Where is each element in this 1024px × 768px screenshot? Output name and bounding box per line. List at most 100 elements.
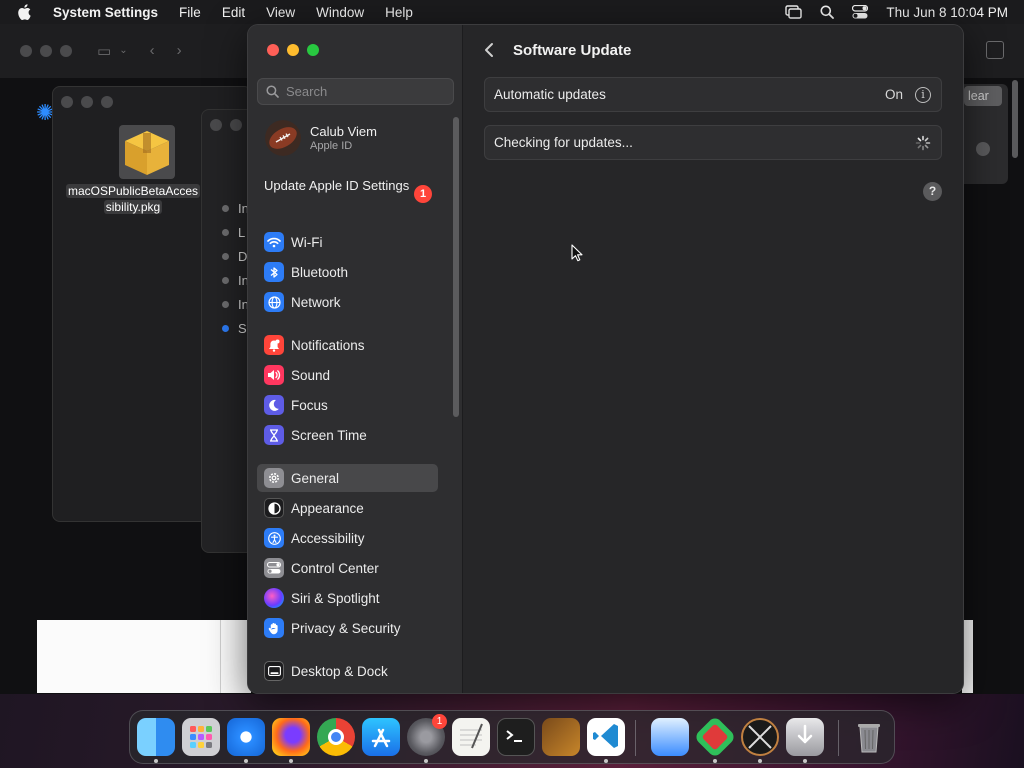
background-traffic-lights (20, 45, 72, 57)
sidebar-item-label: Notifications (291, 337, 365, 353)
menu-file[interactable]: File (179, 5, 201, 20)
package-file-label[interactable]: macOSPublicBetaAcces sibility.pkg (63, 183, 203, 215)
sidebar-item-accessibility[interactable]: Accessibility (257, 524, 438, 552)
apple-id-profile[interactable]: Calub Viem Apple ID (265, 120, 377, 156)
back-button[interactable] (484, 42, 498, 60)
sidebar-toggle-icon[interactable]: ▭ (97, 42, 111, 60)
checking-updates-row: Checking for updates... (484, 125, 942, 160)
tabs-icon[interactable] (986, 41, 1004, 59)
spotlight-search-icon[interactable] (820, 5, 835, 19)
menu-help[interactable]: Help (385, 5, 413, 20)
page-title: Software Update (513, 42, 632, 59)
forward-icon[interactable]: › (177, 42, 182, 60)
system-settings-window: Calub Viem Apple ID Update Apple ID Sett… (248, 25, 963, 693)
sidebar-scrollbar[interactable] (453, 117, 459, 417)
dock-chrome-icon[interactable] (317, 718, 355, 756)
sidebar-item-label: Control Center (291, 560, 379, 576)
sidebar-search[interactable] (257, 78, 454, 105)
dock-downloads-icon[interactable] (786, 718, 824, 756)
sidebar-item-label: Screen Time (291, 427, 367, 443)
menu-window[interactable]: Window (316, 5, 364, 20)
dock-xcode-icon[interactable] (741, 718, 779, 756)
window-controls (267, 44, 319, 56)
hand-icon (264, 618, 284, 638)
background-search-icon[interactable] (976, 142, 990, 156)
close-button[interactable] (267, 44, 279, 56)
background-scrollbar[interactable] (1012, 80, 1018, 158)
background-toolbar-icons: ▭ ⌄ ‹ › (97, 42, 182, 60)
help-button[interactable]: ? (923, 182, 942, 201)
sidebar-item-control-center[interactable]: Control Center (257, 554, 438, 582)
installer-steps: In L D In In S (222, 196, 249, 340)
background-content-area (37, 620, 251, 693)
sidebar-item-label: Appearance (291, 500, 364, 516)
sidebar-item-label: Desktop & Dock (291, 663, 388, 679)
settings-content: Software Update Automatic updates On i C… (464, 25, 963, 693)
clear-button[interactable]: lear (964, 86, 1002, 106)
info-icon[interactable]: i (915, 87, 931, 103)
sidebar-item-desktop-dock[interactable]: Desktop & Dock (257, 657, 438, 685)
sidebar-item-sound[interactable]: Sound (257, 361, 438, 389)
dock-app-store-icon[interactable] (362, 718, 400, 756)
dock-settings-badge: 1 (432, 714, 447, 729)
gear-icon (264, 468, 284, 488)
menu-view[interactable]: View (266, 5, 295, 20)
sidebar-item-label: Bluetooth (291, 264, 349, 280)
dock-remote-desktop-icon[interactable] (651, 718, 689, 756)
sidebar-item-label: Focus (291, 397, 328, 413)
search-input[interactable] (286, 84, 446, 99)
sidebar-item-appearance[interactable]: Appearance (257, 494, 438, 522)
menu-edit[interactable]: Edit (222, 5, 245, 20)
menu-bar: System Settings File Edit View Window He… (0, 0, 1024, 24)
appearance-icon (264, 498, 284, 518)
dock-finder-icon[interactable] (137, 718, 175, 756)
bluetooth-icon (264, 262, 284, 282)
sidebar-item-label: Accessibility (291, 530, 365, 546)
sidebar-item-screen-time[interactable]: Screen Time (257, 421, 438, 449)
siri-icon (264, 588, 284, 608)
dock-vscode-icon[interactable] (587, 718, 625, 756)
zoom-button[interactable] (307, 44, 319, 56)
automatic-updates-row[interactable]: Automatic updates On i (484, 77, 942, 112)
sidebar-item-bluetooth[interactable]: Bluetooth (257, 258, 438, 286)
sidebar-item-label: Network (291, 294, 341, 310)
dock-safari-icon[interactable] (227, 718, 265, 756)
control-center-icon[interactable] (852, 5, 869, 19)
dock-garageband-icon[interactable] (542, 718, 580, 756)
back-icon[interactable]: ‹ (150, 42, 155, 60)
menu-clock[interactable]: Thu Jun 8 10:04 PM (886, 5, 1008, 20)
dock-firefox-icon[interactable] (272, 718, 310, 756)
control-center-icon (264, 558, 284, 578)
automatic-updates-value: On (884, 87, 903, 102)
profile-subtitle: Apple ID (310, 140, 353, 152)
minimize-button[interactable] (287, 44, 299, 56)
dock-terminal-icon[interactable] (497, 718, 535, 756)
sidebar-item-privacy-security[interactable]: Privacy & Security (257, 614, 438, 642)
speaker-icon (264, 365, 284, 385)
dock-archiver-icon[interactable] (693, 715, 737, 759)
sidebar-item-network[interactable]: Network (257, 288, 438, 316)
sidebar-item-siri-spotlight[interactable]: Siri & Spotlight (257, 584, 438, 612)
dock-trash-icon[interactable] (850, 718, 888, 756)
avatar (265, 120, 301, 156)
sidebar-item-label: Privacy & Security (291, 620, 401, 636)
chevron-left-icon (485, 43, 493, 57)
update-apple-id-settings[interactable]: Update Apple ID Settings (264, 178, 434, 194)
globe-icon (264, 292, 284, 312)
apple-menu-icon[interactable] (17, 4, 39, 20)
background-content-area-right (962, 620, 973, 693)
dock-textedit-icon[interactable] (452, 718, 490, 756)
chevron-down-icon[interactable]: ⌄ (119, 45, 127, 60)
sidebar-item-wifi[interactable]: Wi-Fi (257, 228, 438, 256)
dock-launchpad-icon[interactable] (182, 718, 220, 756)
sidebar-item-focus[interactable]: Focus (257, 391, 438, 419)
screen-mirroring-icon[interactable] (785, 5, 803, 19)
menu-app-name[interactable]: System Settings (53, 5, 158, 20)
sidebar-item-label: General (291, 470, 340, 486)
sidebar-item-label: Siri & Spotlight (291, 590, 380, 606)
dock-icon (264, 661, 284, 681)
sidebar-item-label: Sound (291, 367, 331, 383)
sidebar-item-general[interactable]: General (257, 464, 438, 492)
sidebar-item-notifications[interactable]: Notifications (257, 331, 438, 359)
package-icon[interactable] (119, 125, 175, 179)
